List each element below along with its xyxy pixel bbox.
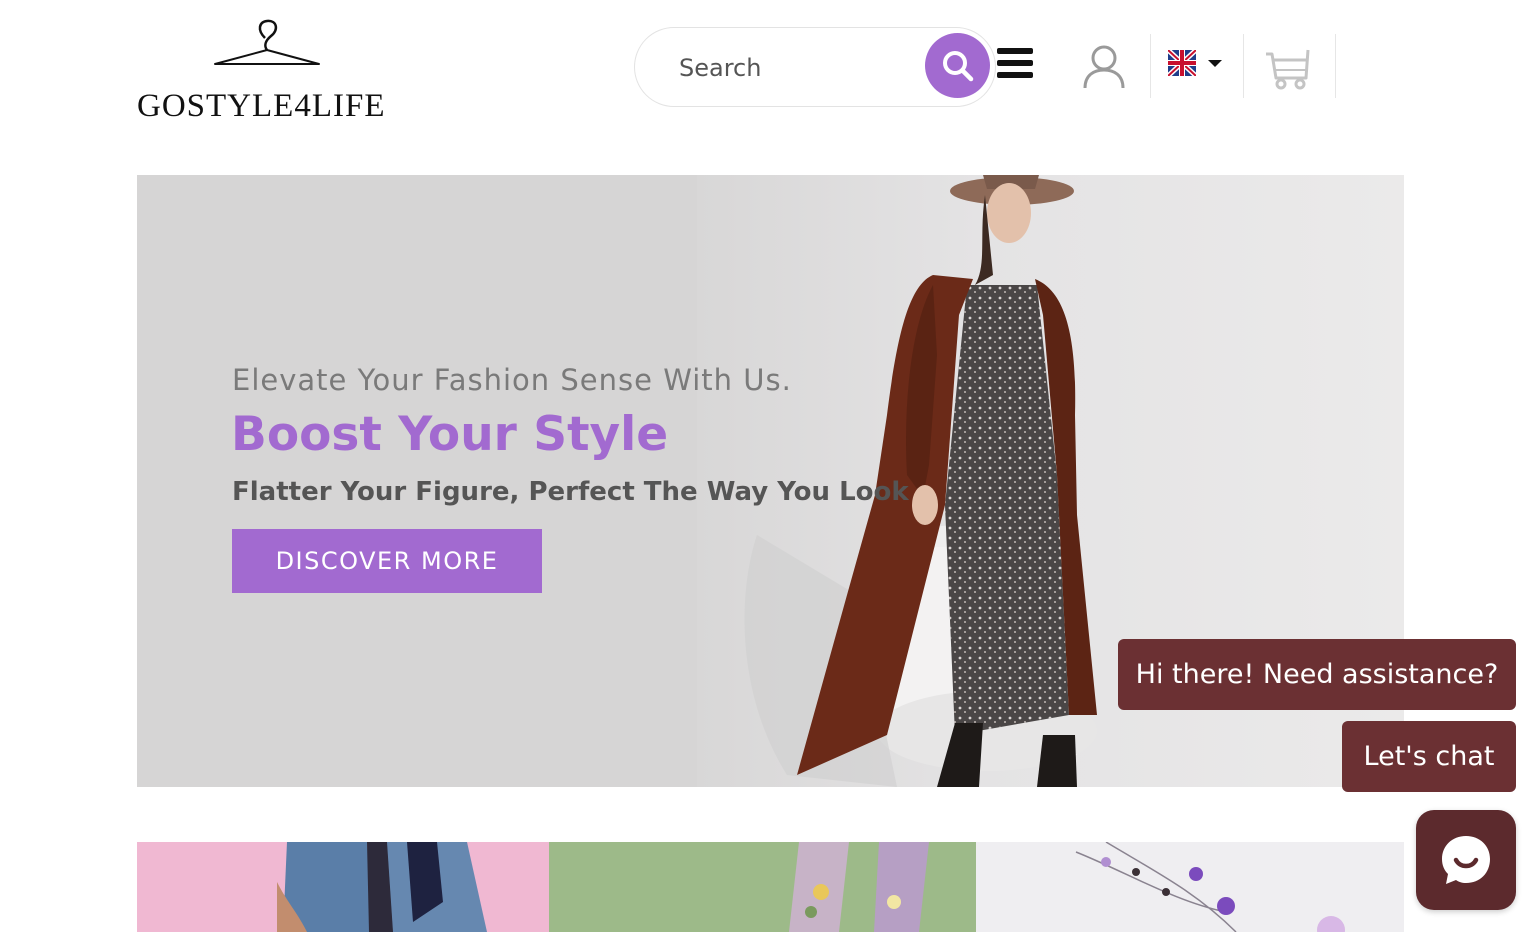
header-divider bbox=[1335, 34, 1336, 98]
chat-greeting-bubble[interactable]: Hi there! Need assistance? bbox=[1118, 639, 1516, 710]
category-strip bbox=[137, 842, 1404, 932]
chat-prompt-bubble[interactable]: Let's chat bbox=[1342, 721, 1516, 792]
search-button[interactable] bbox=[925, 33, 990, 98]
hero-title: Boost Your Style bbox=[231, 407, 669, 462]
chevron-down-icon bbox=[1208, 60, 1222, 67]
search-bar bbox=[634, 27, 996, 107]
hero-tagline: Flatter Your Figure, Perfect The Way You… bbox=[232, 477, 909, 507]
category-tile-denim[interactable] bbox=[137, 842, 549, 932]
account-button[interactable] bbox=[1082, 44, 1126, 90]
category-image bbox=[1075, 842, 1345, 932]
site-logo[interactable]: GOSTYLE4LIFE bbox=[137, 18, 399, 124]
header-divider bbox=[1150, 34, 1151, 98]
uk-flag-icon bbox=[1166, 48, 1198, 78]
language-selector[interactable] bbox=[1166, 48, 1224, 78]
category-image bbox=[277, 842, 487, 932]
chat-launcher-button[interactable] bbox=[1416, 810, 1516, 910]
header-divider bbox=[1243, 34, 1244, 98]
category-tile-jewelry[interactable] bbox=[976, 842, 1404, 932]
hamburger-menu-icon[interactable] bbox=[997, 48, 1034, 84]
site-header: GOSTYLE4LIFE bbox=[0, 0, 1536, 140]
hero-subtitle: Elevate Your Fashion Sense With Us. bbox=[232, 363, 792, 397]
hanger-icon bbox=[214, 19, 320, 65]
cart-icon bbox=[1266, 49, 1310, 90]
category-image bbox=[789, 842, 929, 932]
discover-more-button[interactable]: DISCOVER MORE bbox=[232, 529, 542, 593]
user-icon bbox=[1083, 45, 1125, 89]
search-input[interactable] bbox=[679, 48, 919, 88]
chat-smile-icon bbox=[1442, 836, 1490, 884]
cart-button[interactable] bbox=[1264, 44, 1312, 92]
category-tile-floral[interactable] bbox=[549, 842, 976, 932]
search-icon bbox=[942, 50, 973, 81]
logo-text: GOSTYLE4LIFE bbox=[137, 88, 386, 124]
